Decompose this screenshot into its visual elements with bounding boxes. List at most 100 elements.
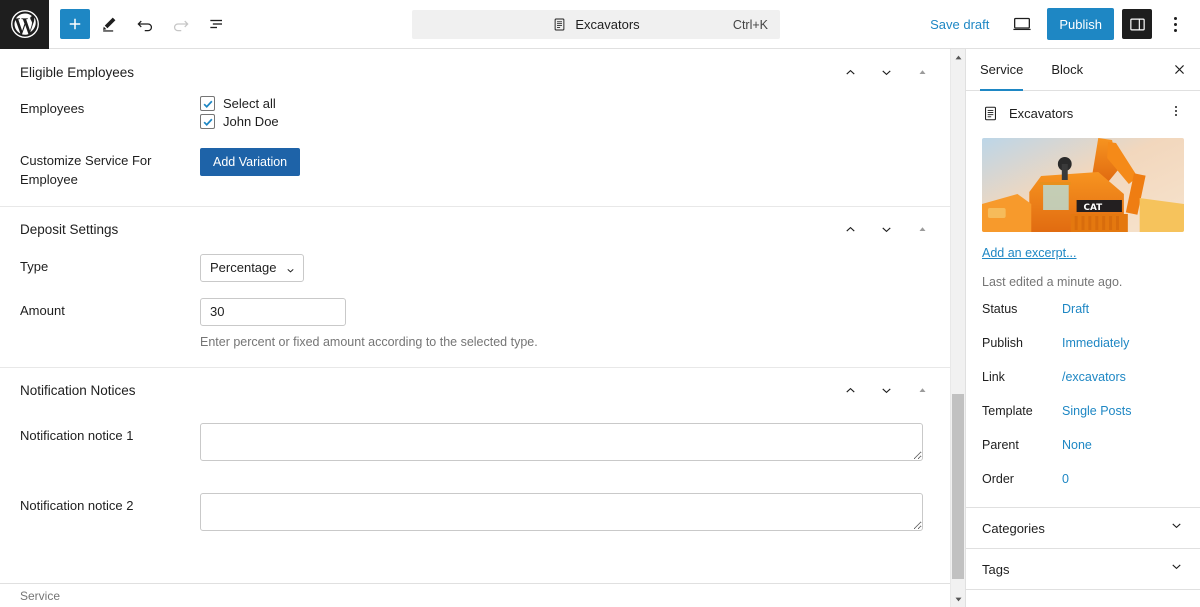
meta-value-template[interactable]: Single Posts — [1062, 404, 1131, 418]
pencil-icon — [103, 17, 116, 32]
checkbox-john-doe[interactable]: John Doe — [200, 114, 930, 129]
chevron-up-icon[interactable] — [842, 222, 858, 237]
field-label: Notification notice 1 — [20, 427, 134, 443]
checkbox-label: John Doe — [223, 114, 279, 129]
editor-footer: Service — [0, 583, 950, 607]
list-view-icon — [210, 19, 222, 29]
meta-row-publish: Publish Immediately — [982, 328, 1184, 357]
scroll-up-button[interactable] — [951, 49, 965, 65]
block-name: Excavators — [1009, 106, 1074, 121]
triangle-down-icon — [955, 597, 961, 601]
field-notification-notice-2: Notification notice 2 — [20, 479, 930, 551]
chevron-down-icon — [1169, 518, 1184, 538]
meta-value-publish[interactable]: Immediately — [1062, 336, 1129, 350]
more-options-button[interactable] — [1160, 8, 1190, 40]
chevron-down-icon — [1169, 559, 1184, 579]
meta-key: Template — [982, 403, 1033, 418]
collapse-triangle-icon[interactable] — [914, 68, 930, 77]
checkbox-box[interactable] — [200, 114, 215, 129]
meta-row-link: Link /excavators — [982, 362, 1184, 391]
redo-arrow-icon — [174, 20, 189, 32]
triangle-up-icon — [955, 55, 961, 59]
edit-tool-button[interactable] — [92, 7, 126, 41]
meta-key: Order — [982, 471, 1014, 486]
panel-controls — [842, 222, 930, 237]
meta-value-status[interactable]: Draft — [1062, 302, 1089, 316]
notification-notice-1-textarea[interactable] — [200, 422, 923, 461]
meta-key: Status — [982, 301, 1018, 316]
collapse-triangle-icon[interactable] — [914, 225, 930, 234]
meta-value-link[interactable]: /excavators — [1062, 370, 1126, 384]
meta-value-order[interactable]: 0 — [1062, 472, 1069, 486]
panel-controls — [842, 65, 930, 80]
checkmark-icon — [203, 118, 212, 126]
field-label: Employees — [20, 101, 85, 116]
wordpress-editor: Excavators Ctrl+K Save draft Publish Eli… — [0, 0, 1200, 607]
panel-header: Notification Notices — [20, 368, 930, 409]
field-control: Percentage — [200, 253, 930, 282]
tab-service[interactable]: Service — [966, 49, 1037, 91]
deposit-type-select[interactable]: Percentage — [200, 253, 304, 282]
save-draft-button[interactable]: Save draft — [922, 11, 997, 38]
field-label: Customize Service For Employee — [20, 153, 152, 187]
settings-sidebar-toggle[interactable] — [1122, 9, 1152, 39]
featured-image[interactable]: CAT — [982, 138, 1184, 232]
chevron-down-icon[interactable] — [878, 383, 894, 398]
three-dots-vertical-icon — [1175, 106, 1177, 116]
publish-button[interactable]: Publish — [1047, 8, 1114, 40]
settings-sidebar: Service Block Excavators CAT Add an exce… — [965, 49, 1200, 607]
checkbox-box[interactable] — [200, 96, 215, 111]
header-actions: Save draft Publish — [922, 7, 1200, 41]
panel-deposit-settings: Deposit Settings Type Percentage Amount … — [0, 205, 950, 367]
chevron-down-icon[interactable] — [878, 65, 894, 80]
command-bar[interactable]: Excavators Ctrl+K — [412, 10, 780, 39]
collapse-triangle-icon[interactable] — [914, 386, 930, 395]
checkbox-label: Select all — [223, 96, 276, 111]
meta-row-status: Status Draft — [982, 294, 1184, 323]
chevron-down-icon[interactable] — [878, 222, 894, 237]
redo-button[interactable] — [164, 7, 198, 41]
chevron-up-icon[interactable] — [842, 383, 858, 398]
notification-notice-2-textarea[interactable] — [200, 492, 923, 531]
field-label: Type — [20, 258, 49, 274]
panel-notification-notices: Notification Notices Notification notice… — [0, 366, 950, 551]
tab-block[interactable]: Block — [1037, 49, 1097, 91]
field-label: Notification notice 2 — [20, 497, 134, 513]
close-sidebar-button[interactable] — [1162, 53, 1196, 87]
editor-canvas: Eligible Employees Employees Select all … — [0, 49, 950, 583]
block-options-button[interactable] — [1168, 103, 1184, 124]
field-type: Type Percentage — [20, 248, 930, 292]
three-dots-vertical-icon — [1173, 16, 1177, 32]
field-control — [200, 422, 930, 461]
add-excerpt-link[interactable]: Add an excerpt... — [982, 246, 1077, 260]
panel-title: Deposit Settings — [20, 222, 119, 238]
chevron-up-icon[interactable] — [842, 65, 858, 80]
sidebar-panel-icon — [1129, 18, 1145, 30]
breadcrumb[interactable]: Service — [20, 589, 60, 603]
field-control: Enter percent or fixed amount according … — [200, 297, 930, 349]
undo-button[interactable] — [128, 7, 162, 41]
close-x-icon — [1174, 65, 1184, 74]
add-variation-button[interactable]: Add Variation — [200, 148, 301, 176]
accordion-tags[interactable]: Tags — [966, 548, 1200, 589]
document-icon — [555, 18, 565, 31]
plus-icon — [69, 18, 81, 30]
add-block-button[interactable] — [60, 9, 90, 39]
deposit-amount-input[interactable] — [200, 297, 346, 326]
preview-button[interactable] — [1005, 7, 1039, 41]
meta-key: Parent — [982, 437, 1019, 452]
scroll-down-button[interactable] — [951, 591, 965, 607]
canvas-scrollbar[interactable] — [950, 49, 965, 607]
field-control — [200, 492, 930, 531]
meta-row-order: Order 0 — [982, 464, 1184, 493]
scrollbar-thumb[interactable] — [952, 394, 964, 579]
field-employees: Employees Select all John Doe — [20, 90, 930, 142]
checkbox-select-all[interactable]: Select all — [200, 96, 930, 111]
list-view-button[interactable] — [200, 7, 234, 41]
editor-body: Eligible Employees Employees Select all … — [0, 49, 1200, 607]
meta-value-parent[interactable]: None — [1062, 438, 1092, 452]
wordpress-logo[interactable] — [0, 0, 49, 49]
accordion-categories[interactable]: Categories — [966, 507, 1200, 548]
undo-arrow-icon — [137, 20, 152, 32]
field-label: Amount — [20, 302, 65, 318]
